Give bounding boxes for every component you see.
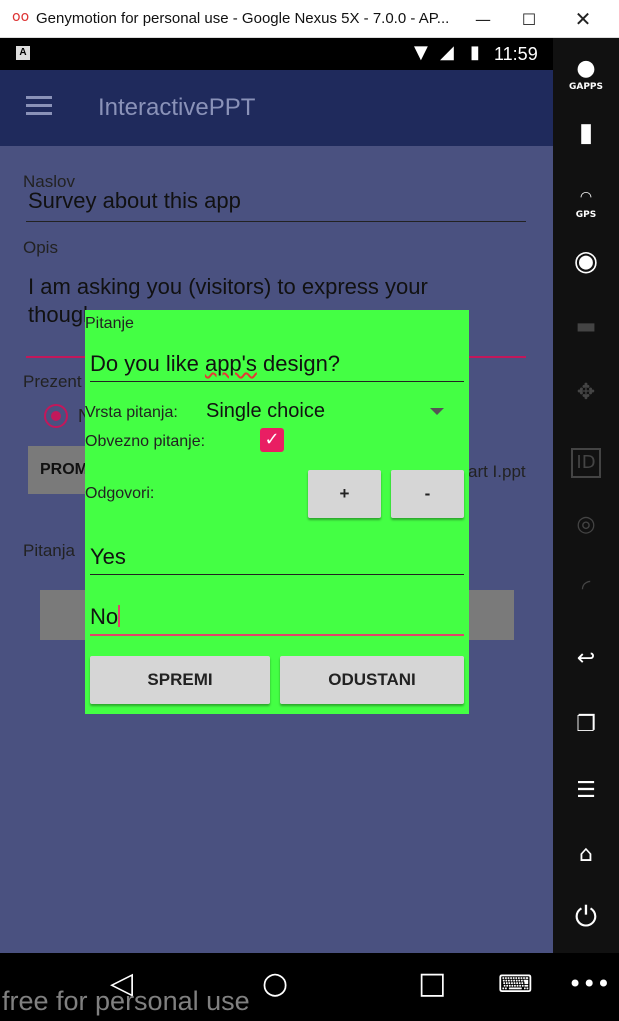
power-icon: ⏻ bbox=[574, 900, 598, 933]
gapps-icon: ● bbox=[576, 56, 596, 81]
question-text-prefix: Do you like bbox=[90, 351, 205, 376]
maximize-button[interactable]: ☐ bbox=[506, 0, 552, 38]
webcam-icon: ◉ bbox=[573, 244, 599, 277]
power-button[interactable]: ⏻ bbox=[553, 900, 619, 933]
battery-button[interactable]: ▮ bbox=[553, 118, 619, 148]
answer-text-2: No bbox=[90, 604, 119, 629]
close-button[interactable]: ✕ bbox=[560, 0, 606, 38]
window-titlebar: oo Genymotion for personal use - Google … bbox=[0, 0, 619, 38]
opis-label: Opis bbox=[23, 238, 58, 257]
app-title: InteractivePPT bbox=[98, 94, 256, 121]
dpad-icon: ✥ bbox=[576, 380, 596, 405]
promijeni-button[interactable]: PROM bbox=[28, 446, 88, 494]
opis-input-line1[interactable]: I am asking you (visitors) to express yo… bbox=[28, 274, 428, 300]
rss-icon: ◜ bbox=[581, 576, 591, 601]
wifi-signal-icon: ◠ bbox=[579, 189, 593, 205]
text-cursor bbox=[118, 605, 121, 627]
home-side-button[interactable]: ⌂ bbox=[553, 844, 619, 866]
question-type-spinner[interactable]: Single choice bbox=[206, 400, 325, 423]
battery-charging-icon: ▮ bbox=[470, 42, 480, 63]
status-time: 11:59 bbox=[494, 44, 538, 64]
back-side-button[interactable]: ↩ bbox=[553, 648, 619, 670]
id-icon: ID bbox=[571, 448, 601, 478]
battery-icon: ▮ bbox=[578, 118, 594, 148]
required-checkbox[interactable]: ✓ bbox=[260, 428, 284, 452]
odgovori-label: Odgovori: bbox=[85, 485, 155, 502]
genymotion-logo-icon: oo bbox=[12, 9, 30, 25]
home-icon: ⌂ bbox=[579, 842, 593, 867]
disk-io-button[interactable]: ◎ bbox=[553, 514, 619, 536]
recents-square-icon[interactable]: □ bbox=[418, 967, 446, 1001]
wifi-icon: ▼ bbox=[414, 42, 428, 63]
window-title: Genymotion for personal use - Google Nex… bbox=[36, 10, 450, 27]
menu-icon: ☰ bbox=[576, 778, 596, 803]
remove-answer-button[interactable]: - bbox=[391, 470, 464, 518]
device-id-button[interactable]: ID bbox=[553, 448, 619, 478]
recent-apps-side-button[interactable]: ❐ bbox=[553, 714, 619, 736]
emulator-sidebar: ● GAPPS ▮ ◠ GPS ◉ ▬ ✥ ID ◎ ◜ ↩ ❐ ☰ ⌂ ⏻ bbox=[553, 38, 619, 953]
prezentacija-label: Prezent bbox=[23, 372, 82, 391]
gps-button[interactable]: ◠ GPS bbox=[553, 186, 619, 220]
naslov-underline bbox=[26, 221, 526, 222]
recent-apps-icon: ❐ bbox=[576, 712, 596, 737]
clapperboard-icon: ▬ bbox=[575, 314, 597, 339]
signal-icon: ◢ bbox=[440, 42, 454, 63]
ppt-file-name: art I.ppt bbox=[468, 462, 526, 481]
pitanje-label: Pitanje bbox=[85, 315, 134, 332]
hamburger-menu-icon[interactable] bbox=[26, 96, 52, 116]
spremi-button[interactable]: SPREMI bbox=[90, 656, 270, 704]
screencast-button[interactable]: ▬ bbox=[553, 316, 619, 338]
answer-input-2[interactable]: No bbox=[90, 604, 464, 636]
question-text-suffix: design? bbox=[256, 351, 341, 376]
question-text-misspelled: app's bbox=[204, 351, 257, 376]
answer-input-1[interactable]: Yes bbox=[90, 544, 464, 575]
disk-icon: ◎ bbox=[576, 512, 596, 537]
android-status-bar: A ▼ ◢ ▮ 11:59 bbox=[0, 38, 553, 70]
app-bar: InteractivePPT bbox=[0, 70, 553, 146]
naslov-input[interactable]: Survey about this app bbox=[28, 188, 241, 214]
pitanja-label: Pitanja bbox=[23, 541, 75, 560]
vrsta-pitanja-label: Vrsta pitanja: bbox=[85, 404, 178, 421]
add-answer-button[interactable]: + bbox=[308, 470, 381, 518]
app-screen: InteractivePPT Naslov Survey about this … bbox=[0, 70, 553, 953]
question-dialog: Pitanje Do you like app's design? Vrsta … bbox=[85, 310, 469, 714]
question-input[interactable]: Do you like app's design? bbox=[90, 351, 464, 382]
dropdown-arrow-icon[interactable] bbox=[430, 408, 444, 415]
gapps-label: GAPPS bbox=[568, 82, 604, 92]
notification-icon: A bbox=[16, 46, 30, 60]
watermark: free for personal use bbox=[2, 986, 250, 1016]
gapps-button[interactable]: ● GAPPS bbox=[553, 56, 619, 93]
home-circle-icon[interactable]: ○ bbox=[262, 967, 288, 1001]
remote-control-button[interactable]: ✥ bbox=[553, 382, 619, 404]
presentation-radio[interactable] bbox=[44, 404, 68, 428]
more-options-icon[interactable]: ••• bbox=[568, 967, 610, 1001]
back-arrow-icon: ↩ bbox=[576, 646, 596, 671]
obvezno-pitanje-label: Obvezno pitanje: bbox=[85, 433, 206, 450]
gps-label: GPS bbox=[575, 210, 597, 220]
keyboard-icon[interactable]: ⌨ bbox=[498, 967, 533, 1001]
webcam-button[interactable]: ◉ bbox=[553, 244, 619, 277]
minimize-button[interactable]: — bbox=[460, 0, 506, 38]
network-button[interactable]: ◜ bbox=[553, 578, 619, 600]
odustani-button[interactable]: ODUSTANI bbox=[280, 656, 464, 704]
menu-side-button[interactable]: ☰ bbox=[553, 780, 619, 802]
